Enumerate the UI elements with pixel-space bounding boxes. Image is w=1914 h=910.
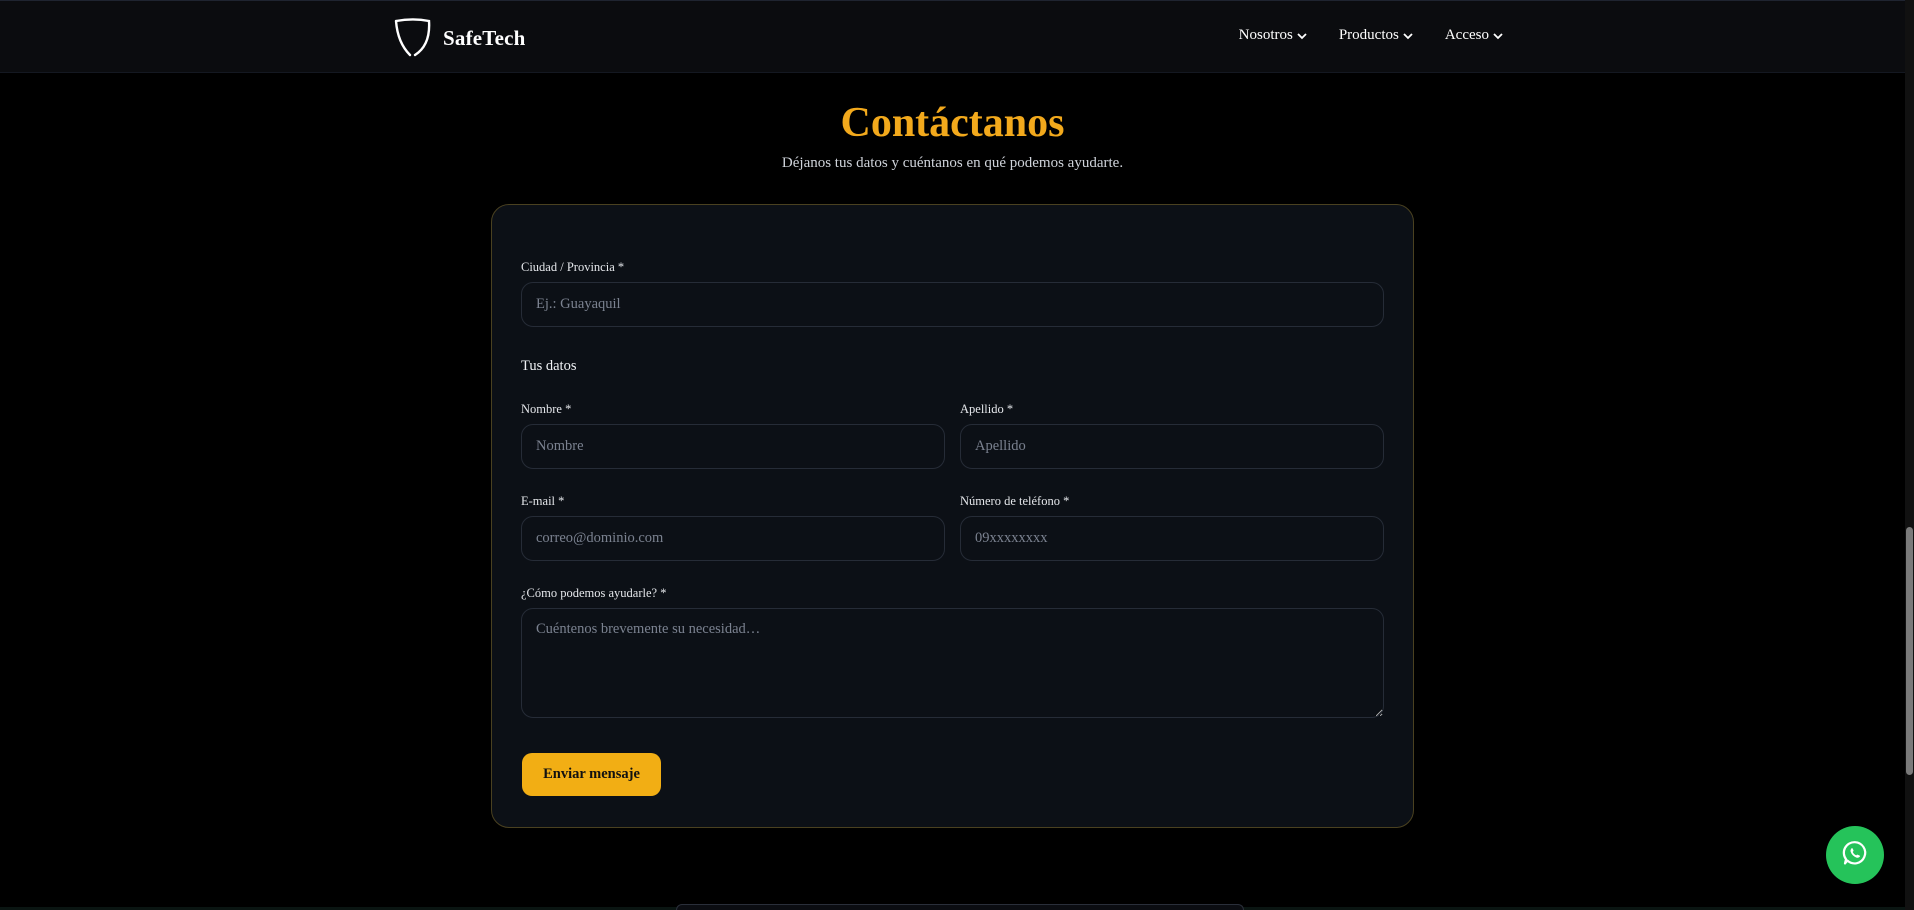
nav-item-productos[interactable]: Productos [1339,27,1413,44]
whatsapp-button[interactable] [1826,826,1884,884]
last-name-input[interactable] [960,424,1384,469]
top-navbar: SafeTech Nosotros Productos Acceso [0,0,1914,73]
main-nav: Nosotros Productos Acceso [1239,27,1503,44]
contact-form: Ciudad / Provincia * Tus datos Nombre * … [491,204,1414,828]
city-input[interactable] [521,282,1384,327]
email-input[interactable] [521,516,945,561]
nav-item-nosotros[interactable]: Nosotros [1239,27,1307,44]
last-name-label: Apellido * [960,402,1014,416]
phone-label: Número de teléfono * [960,494,1070,508]
whatsapp-icon [1841,839,1869,872]
page-subtitle: Déjanos tus datos y cuéntanos en qué pod… [781,155,1124,171]
brand[interactable]: SafeTech [393,18,526,58]
send-message-button[interactable]: Enviar mensaje [522,753,661,796]
nav-item-label: Acceso [1444,27,1489,43]
message-textarea[interactable] [521,608,1384,718]
chevron-down-icon [1493,32,1503,40]
nav-item-label: Productos [1338,27,1399,43]
footer-peek [676,904,1244,910]
first-name-input[interactable] [521,424,945,469]
first-name-label: Nombre * [521,402,572,416]
nav-item-acceso[interactable]: Acceso [1445,27,1503,44]
chevron-down-icon [1297,32,1307,40]
city-label: Ciudad / Provincia * [521,260,625,274]
phone-input[interactable] [960,516,1384,561]
chevron-down-icon [1403,32,1413,40]
section-title-your-data: Tus datos [521,358,577,374]
message-label: ¿Cómo podemos ayudarle? * [521,586,667,600]
page-title: Contáctanos [840,100,1065,146]
email-label: E-mail * [521,494,565,508]
brand-name: SafeTech [443,25,526,50]
shield-logo-icon [393,18,431,58]
scrollbar-thumb[interactable] [1906,527,1913,775]
nav-item-label: Nosotros [1238,27,1293,43]
